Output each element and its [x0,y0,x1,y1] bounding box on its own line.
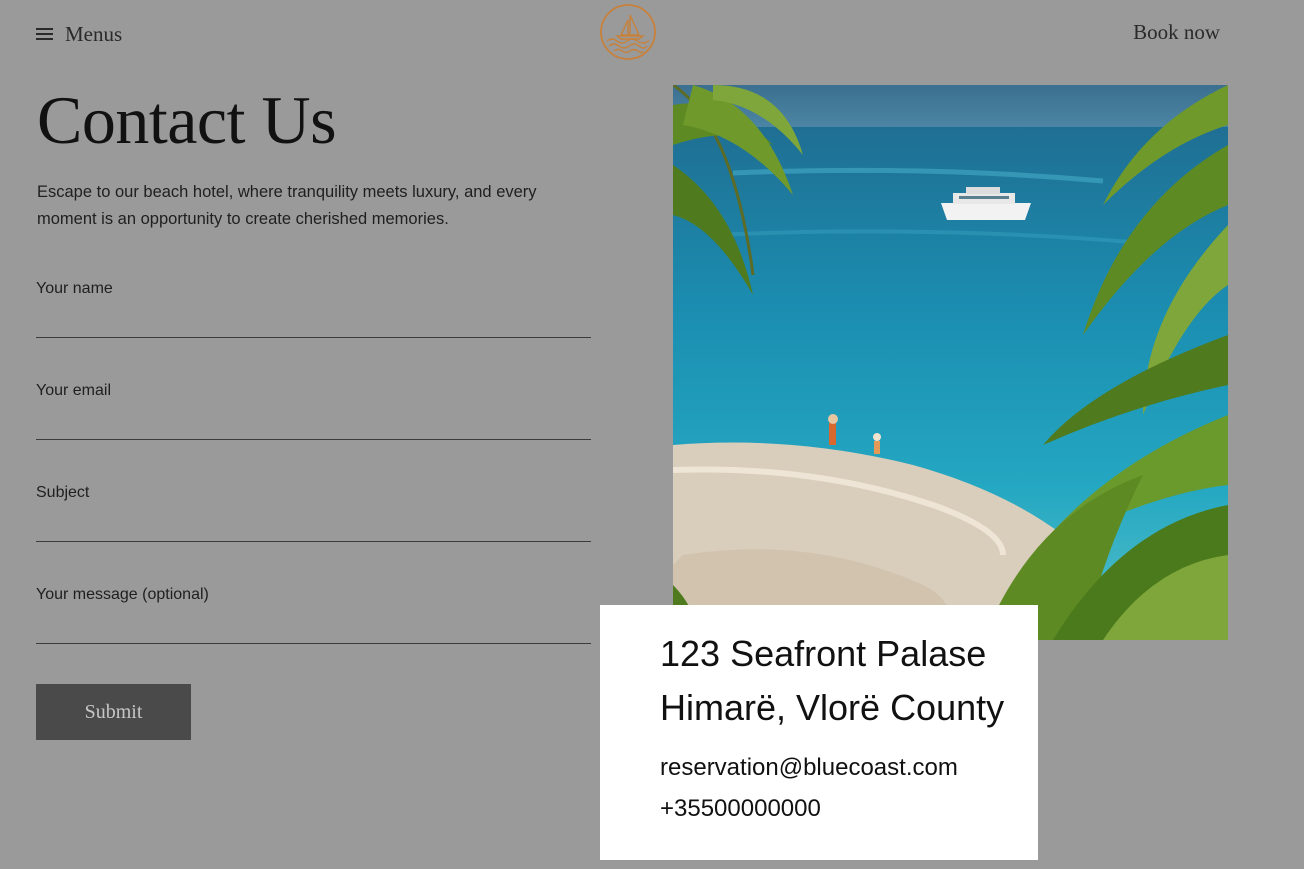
page-title: Contact Us [37,82,337,158]
beach-hero-image [673,85,1228,640]
contact-email[interactable]: reservation@bluecoast.com [660,747,1038,788]
sailboat-waves-logo[interactable] [599,3,657,61]
menu-toggle[interactable]: Menus [36,20,122,48]
message-label: Your message (optional) [36,586,209,603]
address-line-2: Himarë, Vlorë County [660,687,1005,728]
message-field-group: Your message (optional) [36,586,591,644]
address-line-1: 123 Seafront Palase [660,633,987,674]
subject-field-group: Subject [36,484,591,542]
subject-input[interactable] [36,512,591,542]
menu-label: Menus [65,21,123,46]
submit-button[interactable]: Submit [36,684,191,740]
email-field-group: Your email [36,382,591,440]
contact-card: 123 Seafront Palase Himarë, Vlorë County… [600,605,1038,860]
name-field-group: Your name [36,280,591,338]
contact-phone[interactable]: +35500000000 [660,788,1038,829]
book-now-link[interactable]: Book now [1133,20,1220,45]
subject-label: Subject [36,484,90,501]
name-label: Your name [36,280,113,297]
hamburger-icon [36,28,53,40]
email-label: Your email [36,382,112,399]
email-input[interactable] [36,410,591,440]
intro-text: Escape to our beach hotel, where tranqui… [37,183,537,228]
message-input[interactable] [36,614,591,644]
name-input[interactable] [36,308,591,338]
